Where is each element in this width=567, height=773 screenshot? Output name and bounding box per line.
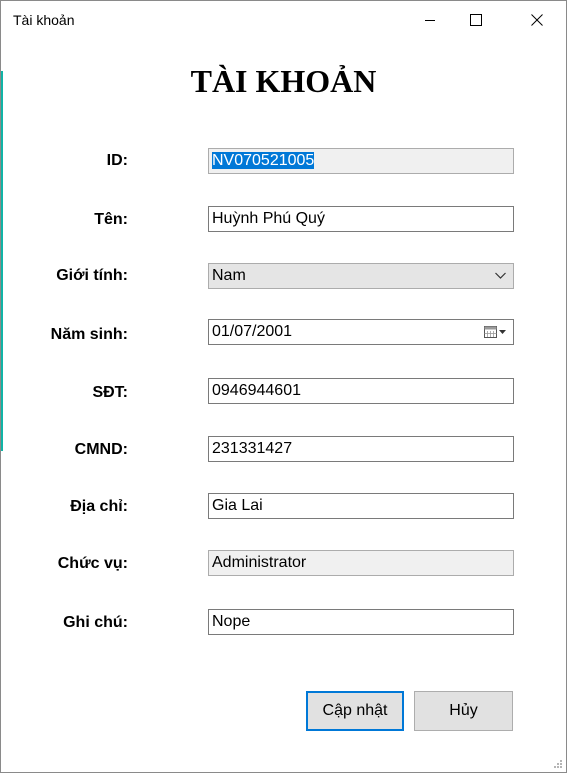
phone-label: SĐT: — [92, 384, 128, 401]
address-field[interactable]: Gia Lai — [208, 493, 514, 519]
position-label: Chức vụ: — [57, 555, 128, 572]
gender-value: Nam — [212, 267, 246, 284]
minimize-icon — [425, 20, 435, 21]
id-field[interactable]: NV070521005 — [208, 148, 514, 174]
title-bar: Tài khoản — [1, 1, 566, 39]
id-label: ID: — [106, 152, 128, 169]
name-label: Tên: — [94, 211, 128, 228]
address-label: Địa chỉ: — [70, 498, 128, 515]
phone-field[interactable]: 0946944601 — [208, 378, 514, 404]
note-value: Nope — [212, 613, 251, 630]
update-button[interactable]: Cập nhật — [306, 691, 404, 731]
phone-value: 0946944601 — [212, 382, 301, 399]
account-window: Tài khoản TÀI KHOẢN ID: NV070521005 Tên:… — [0, 0, 567, 773]
window-title: Tài khoản — [13, 12, 75, 28]
birth-date-picker[interactable]: 01/07/2001 — [208, 319, 514, 345]
birth-label: Năm sinh: — [50, 326, 128, 343]
birth-value: 01/07/2001 — [212, 323, 293, 340]
address-value: Gia Lai — [212, 497, 263, 514]
position-field[interactable]: Administrator — [208, 550, 514, 576]
minimize-button[interactable] — [407, 1, 453, 39]
note-field[interactable]: Nope — [208, 609, 514, 635]
position-value: Administrator — [212, 554, 307, 571]
maximize-icon — [470, 14, 482, 26]
resize-grip-icon[interactable] — [552, 758, 563, 769]
note-label: Ghi chú: — [63, 614, 128, 631]
page-title: TÀI KHOẢN — [190, 63, 377, 99]
gender-select[interactable]: Nam — [208, 263, 514, 289]
chevron-down-icon — [495, 272, 506, 279]
close-button[interactable] — [514, 1, 560, 39]
calendar-icon[interactable] — [483, 324, 509, 340]
idcard-field[interactable]: 231331427 — [208, 436, 514, 462]
cancel-button[interactable]: Hủy — [414, 691, 513, 731]
close-icon — [531, 14, 543, 26]
idcard-label: CMND: — [74, 441, 128, 458]
id-value: NV070521005 — [212, 152, 315, 169]
name-field[interactable]: Huỳnh Phú Quý — [208, 206, 514, 232]
idcard-value: 231331427 — [212, 440, 293, 457]
maximize-button[interactable] — [453, 1, 499, 39]
gender-label: Giới tính: — [56, 267, 128, 284]
name-value: Huỳnh Phú Quý — [212, 210, 325, 227]
